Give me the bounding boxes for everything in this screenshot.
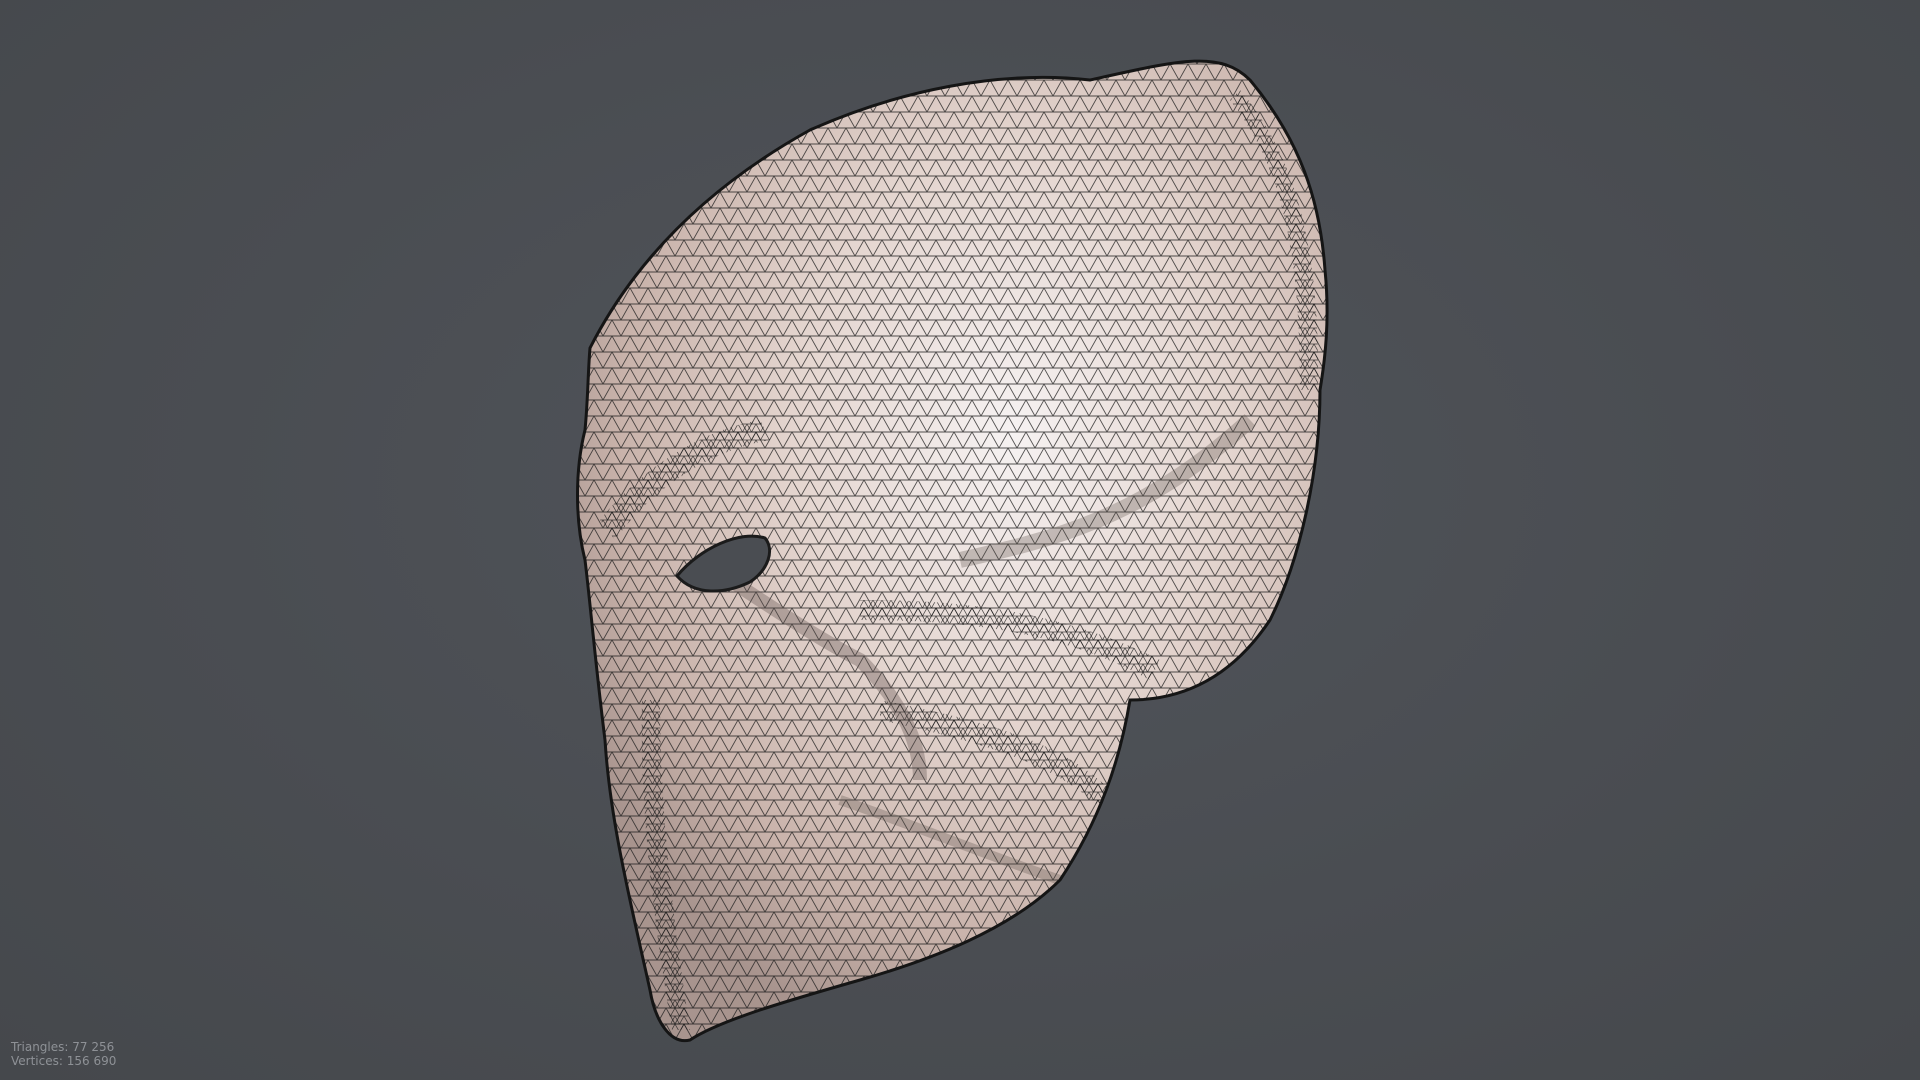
wireframe-overlay xyxy=(577,61,1328,1041)
triangles-count-row: Triangles: 77 256 xyxy=(11,1040,116,1054)
triangles-label: Triangles: xyxy=(11,1040,69,1054)
3d-viewport[interactable]: Triangles: 77 256 Vertices: 156 690 xyxy=(0,0,1920,1080)
triangles-value: 77 256 xyxy=(72,1040,115,1054)
vertices-label: Vertices: xyxy=(11,1054,63,1068)
vertices-value: 156 690 xyxy=(66,1054,117,1068)
mesh-stats-overlay: Triangles: 77 256 Vertices: 156 690 xyxy=(11,1040,116,1068)
mask-mesh-model[interactable] xyxy=(0,0,1920,1080)
vertices-count-row: Vertices: 156 690 xyxy=(11,1054,116,1068)
